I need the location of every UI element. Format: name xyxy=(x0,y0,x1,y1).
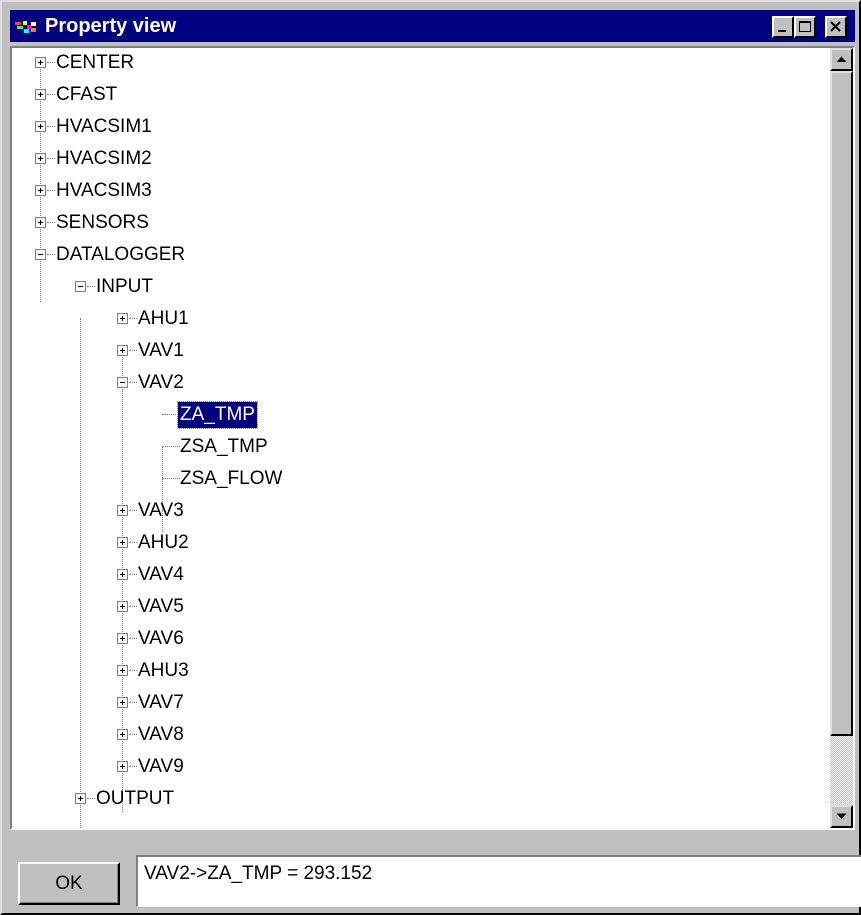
tree-node-label[interactable]: HVACSIM1 xyxy=(54,114,154,140)
expand-icon[interactable] xyxy=(117,569,128,580)
tree-node-label-selected[interactable]: ZA_TMP xyxy=(177,401,258,429)
tree-node-vav5[interactable]: VAV5 xyxy=(12,592,830,624)
tree-rows: CENTER CFAST HVACSIM1 HVACSIM2 HVACSIM3 xyxy=(12,48,830,828)
scroll-down-arrow-icon xyxy=(836,813,847,819)
scroll-up-button[interactable] xyxy=(830,48,853,71)
expand-icon[interactable] xyxy=(117,761,128,772)
expand-icon[interactable] xyxy=(117,697,128,708)
tree-node-vav9[interactable]: VAV9 xyxy=(12,752,830,784)
tree-node-label[interactable]: AHU3 xyxy=(136,658,191,684)
collapse-icon[interactable] xyxy=(35,249,46,260)
ok-button[interactable]: OK xyxy=(18,862,120,905)
expand-icon[interactable] xyxy=(117,313,128,324)
tree-node-label[interactable]: HVACSIM3 xyxy=(54,178,154,204)
tree-node-vav7[interactable]: VAV7 xyxy=(12,688,830,720)
tree-node-label[interactable]: HVACSIM2 xyxy=(54,146,154,172)
tree-node-label[interactable]: VAV7 xyxy=(136,690,186,716)
title-bar[interactable]: Property view xyxy=(10,10,855,42)
tree-node-label[interactable]: DATALOGGER xyxy=(54,242,187,268)
tree-node-za-tmp[interactable]: ZA_TMP xyxy=(12,400,830,432)
tree-node-vav8[interactable]: VAV8 xyxy=(12,720,830,752)
tree-node-vav2[interactable]: VAV2 xyxy=(12,368,830,400)
window-title: Property view xyxy=(45,15,177,37)
tree-node-cfast[interactable]: CFAST xyxy=(12,80,830,112)
tree-node-ahu3[interactable]: AHU3 xyxy=(12,656,830,688)
expand-icon[interactable] xyxy=(35,185,46,196)
tree-node-label[interactable]: ZSA_FLOW xyxy=(178,466,284,492)
tree-node-vav6[interactable]: VAV6 xyxy=(12,624,830,656)
scroll-thumb[interactable] xyxy=(830,71,853,736)
expand-icon[interactable] xyxy=(117,665,128,676)
property-tree[interactable]: CENTER CFAST HVACSIM1 HVACSIM2 HVACSIM3 xyxy=(10,46,855,830)
tree-node-datalogger[interactable]: DATALOGGER xyxy=(12,240,830,272)
expand-icon[interactable] xyxy=(35,153,46,164)
tree-node-vav4[interactable]: VAV4 xyxy=(12,560,830,592)
tree-node-label[interactable]: VAV9 xyxy=(136,754,186,780)
tree-node-ahu1[interactable]: AHU1 xyxy=(12,304,830,336)
collapse-icon[interactable] xyxy=(117,377,128,388)
expand-icon[interactable] xyxy=(117,505,128,516)
tree-node-label[interactable]: INPUT xyxy=(94,274,155,300)
scroll-down-button[interactable] xyxy=(830,805,853,828)
tree-node-label[interactable]: AHU2 xyxy=(136,530,191,556)
value-readout-field[interactable]: VAV2->ZA_TMP = 293.152 xyxy=(136,855,861,907)
tree-node-hvacsim2[interactable]: HVACSIM2 xyxy=(12,144,830,176)
expand-icon[interactable] xyxy=(75,793,86,804)
tree-node-vav3[interactable]: VAV3 xyxy=(12,496,830,528)
expand-icon[interactable] xyxy=(117,729,128,740)
tree-node-label[interactable]: CENTER xyxy=(54,50,136,76)
tree-node-label[interactable]: SENSORS xyxy=(54,210,151,236)
tree-node-label[interactable]: VAV5 xyxy=(136,594,186,620)
vertical-scrollbar[interactable] xyxy=(830,48,853,828)
tree-node-input[interactable]: INPUT xyxy=(12,272,830,304)
expand-icon[interactable] xyxy=(117,537,128,548)
maximize-icon xyxy=(799,21,811,32)
tree-node-ahu2[interactable]: AHU2 xyxy=(12,528,830,560)
tree-node-vav1[interactable]: VAV1 xyxy=(12,336,830,368)
tree-node-zsa-tmp[interactable]: ZSA_TMP xyxy=(12,432,830,464)
tree-node-label[interactable]: AHU1 xyxy=(136,306,191,332)
tree-node-sensors[interactable]: SENSORS xyxy=(12,208,830,240)
app-icon xyxy=(15,19,37,33)
expand-icon[interactable] xyxy=(35,121,46,132)
tree-node-label[interactable]: VAV1 xyxy=(136,338,186,364)
tree-node-zsa-flow[interactable]: ZSA_FLOW xyxy=(12,464,830,496)
minimize-button[interactable] xyxy=(772,16,794,38)
expand-icon[interactable] xyxy=(117,601,128,612)
close-icon xyxy=(830,21,841,32)
tree-node-label[interactable]: VAV2 xyxy=(136,370,186,396)
collapse-icon[interactable] xyxy=(75,281,86,292)
tree-node-hvacsim1[interactable]: HVACSIM1 xyxy=(12,112,830,144)
property-view-window: Property view CENTER CFAST HVACSIM1 HVAC… xyxy=(0,0,861,915)
expand-icon[interactable] xyxy=(117,633,128,644)
tree-node-label[interactable]: VAV3 xyxy=(136,498,186,524)
close-button[interactable] xyxy=(825,16,847,38)
tree-node-label[interactable]: VAV8 xyxy=(136,722,186,748)
tree-node-output[interactable]: OUTPUT xyxy=(12,784,830,816)
minimize-icon xyxy=(778,30,786,32)
maximize-button[interactable] xyxy=(794,16,816,38)
expand-icon[interactable] xyxy=(35,57,46,68)
tree-node-center[interactable]: CENTER xyxy=(12,48,830,80)
expand-icon[interactable] xyxy=(35,217,46,228)
expand-icon[interactable] xyxy=(117,345,128,356)
tree-node-label[interactable]: CFAST xyxy=(54,82,119,108)
scroll-up-arrow-icon xyxy=(836,56,847,62)
tree-node-label[interactable]: OUTPUT xyxy=(94,786,176,812)
tree-node-hvacsim3[interactable]: HVACSIM3 xyxy=(12,176,830,208)
expand-icon[interactable] xyxy=(35,89,46,100)
tree-node-label[interactable]: VAV4 xyxy=(136,562,186,588)
tree-node-label[interactable]: VAV6 xyxy=(136,626,186,652)
tree-node-label[interactable]: ZSA_TMP xyxy=(178,434,270,460)
